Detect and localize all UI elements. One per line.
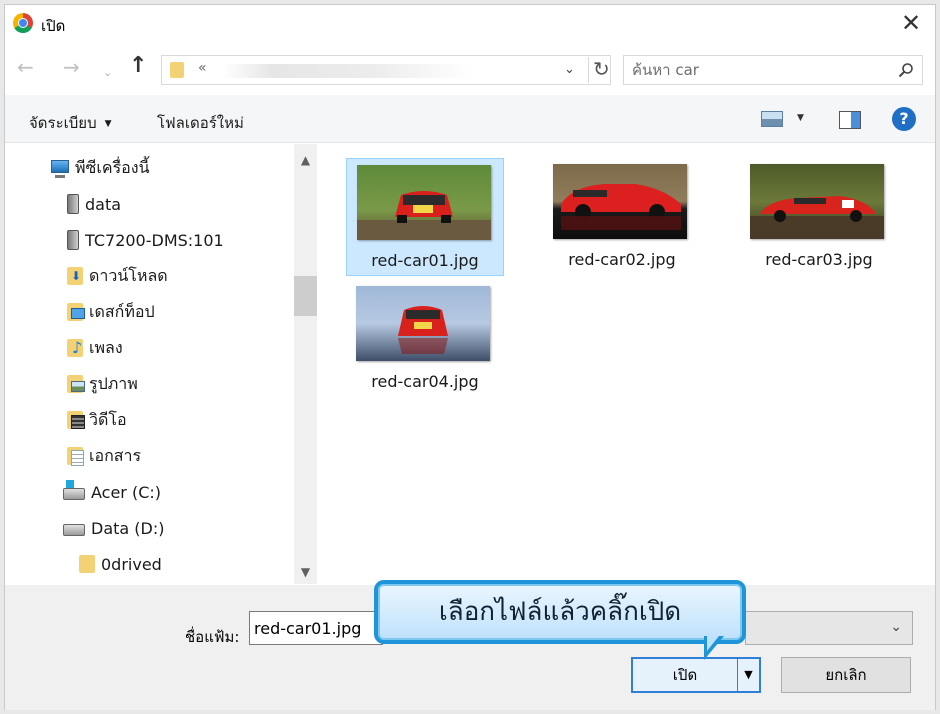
network-drive-icon: [67, 230, 79, 250]
title-bar: เปิด ✕: [5, 5, 935, 43]
sidebar-item-label: เพลง: [89, 337, 123, 357]
open-button[interactable]: เปิด ▼: [631, 657, 761, 693]
navigation-bar: ← → ⌄ ↑ « ⌄ ↻: [5, 49, 935, 89]
sidebar-item-label: รูปภาพ: [89, 373, 138, 393]
refresh-icon[interactable]: ↻: [588, 57, 610, 83]
filename-input[interactable]: [249, 611, 383, 645]
red-car01-thumbnail: [357, 165, 491, 240]
sidebar-item-data-d[interactable]: Data (D:): [63, 514, 164, 542]
sidebar-item-label: data: [85, 194, 122, 214]
search-input[interactable]: [632, 60, 882, 80]
file-name-label: red-car02.jpg: [568, 250, 676, 269]
filename-label: ชื่อแฟ้ม:: [185, 628, 240, 646]
file-item-red-car03[interactable]: red-car03.jpg: [740, 158, 898, 276]
address-path-redacted: [222, 64, 472, 78]
navigation-pane: พีซีเครื่องนี้ data TC7200-DMS:101 ดาวน์…: [5, 144, 317, 584]
chevron-down-icon: ⌄: [890, 619, 902, 635]
sidebar-item-data[interactable]: data: [67, 190, 121, 218]
hard-drive-icon: [63, 524, 85, 536]
search-icon[interactable]: [898, 62, 914, 78]
new-folder-button[interactable]: โฟลเดอร์ใหม่: [157, 111, 244, 135]
address-overflow-icon[interactable]: «: [198, 60, 207, 76]
organize-menu-button[interactable]: จัดระเบียบ ▼: [29, 111, 112, 135]
music-folder-icon: [67, 338, 83, 357]
up-arrow-icon[interactable]: ↑: [129, 54, 147, 78]
open-button-label[interactable]: เปิด: [633, 659, 737, 691]
file-name-label: red-car04.jpg: [371, 372, 479, 391]
instruction-callout: เลือกไฟล์แล้วคลิ๊กเปิด: [374, 580, 746, 644]
red-car04-thumbnail: [356, 286, 490, 361]
recent-locations-chevron-icon[interactable]: ⌄: [103, 61, 112, 85]
address-dropdown-icon[interactable]: ⌄: [564, 62, 575, 77]
file-name-label: red-car01.jpg: [371, 251, 479, 270]
sidebar-item-label: TC7200-DMS:101: [85, 230, 224, 250]
cancel-button[interactable]: ยกเลิก: [781, 657, 911, 693]
file-type-select[interactable]: ⌄: [745, 611, 913, 645]
sidebar-item-desktop[interactable]: เดสก์ท็อป: [67, 298, 155, 326]
close-button[interactable]: ✕: [897, 9, 925, 37]
command-toolbar: จัดระเบียบ ▼ โฟลเดอร์ใหม่ ▼ ?: [5, 95, 935, 143]
file-item-red-car04[interactable]: red-car04.jpg: [346, 280, 504, 398]
callout-pointer-fill: [707, 636, 719, 651]
search-box[interactable]: [623, 55, 923, 85]
sidebar-item-label: พีซีเครื่องนี้: [75, 157, 150, 177]
sidebar-item-documents[interactable]: เอกสาร: [67, 442, 141, 470]
scroll-down-icon[interactable]: ▼: [294, 562, 317, 582]
sidebar-item-label: Data (D:): [91, 518, 165, 538]
change-view-icon[interactable]: [761, 111, 783, 127]
file-list-pane: red-car01.jpg red-car02.jpg red-car03.jp…: [318, 144, 935, 584]
documents-folder-icon: [67, 447, 84, 466]
view-options-caret-icon[interactable]: ▼: [797, 113, 804, 123]
desktop-folder-icon: [67, 303, 85, 321]
sidebar-item-pictures[interactable]: รูปภาพ: [67, 370, 138, 398]
sidebar-item-label: วิดีโอ: [89, 409, 127, 429]
sidebar-item-tc7200[interactable]: TC7200-DMS:101: [67, 226, 224, 254]
red-car03-thumbnail: [750, 164, 884, 239]
network-drive-icon: [67, 194, 79, 214]
dialog-title: เปิด: [41, 17, 66, 35]
scroll-up-icon[interactable]: ▲: [294, 150, 317, 170]
sidebar-item-videos[interactable]: วิดีโอ: [67, 406, 127, 434]
sidebar-item-0drived[interactable]: 0drived: [79, 550, 162, 578]
red-car02-thumbnail: [553, 164, 687, 239]
sidebar-item-acer-c[interactable]: Acer (C:): [63, 478, 161, 506]
videos-folder-icon: [67, 411, 85, 429]
sidebar-item-label: Acer (C:): [91, 482, 162, 502]
downloads-folder-icon: [67, 267, 83, 285]
file-item-red-car01[interactable]: red-car01.jpg: [346, 158, 504, 276]
help-icon[interactable]: ?: [892, 107, 916, 131]
back-arrow-icon[interactable]: ←: [17, 55, 34, 79]
folder-icon: [170, 62, 184, 78]
instruction-callout-text: เลือกไฟล์แล้วคลิ๊กเปิด: [438, 597, 682, 627]
sidebar-item-music[interactable]: เพลง: [67, 334, 123, 362]
pictures-folder-icon: [67, 375, 85, 393]
organize-label: จัดระเบียบ: [29, 114, 97, 132]
preview-pane-icon[interactable]: [839, 111, 861, 129]
address-bar[interactable]: « ⌄ ↻: [161, 55, 611, 85]
sidebar-item-label: เอกสาร: [89, 445, 142, 465]
sidebar-item-downloads[interactable]: ดาวน์โหลด: [67, 262, 168, 290]
sidebar-item-label: ดาวน์โหลด: [89, 265, 168, 285]
forward-arrow-icon[interactable]: →: [63, 55, 80, 79]
navigation-scrollbar[interactable]: ▲ ▼: [294, 144, 317, 584]
file-name-label: red-car03.jpg: [765, 250, 873, 269]
sidebar-item-this-pc[interactable]: พีซีเครื่องนี้: [51, 154, 150, 182]
chrome-logo-icon: [13, 13, 33, 33]
file-item-red-car02[interactable]: red-car02.jpg: [543, 158, 701, 276]
folder-icon: [79, 555, 95, 573]
organize-caret-icon: ▼: [104, 119, 112, 129]
sidebar-item-label: เดสก์ท็อป: [89, 301, 155, 321]
scrollbar-thumb[interactable]: [294, 276, 317, 316]
sidebar-item-label: 0drived: [101, 554, 162, 574]
system-drive-icon: [63, 480, 85, 500]
open-options-dropdown-icon[interactable]: ▼: [737, 659, 759, 691]
computer-icon: [51, 160, 69, 178]
